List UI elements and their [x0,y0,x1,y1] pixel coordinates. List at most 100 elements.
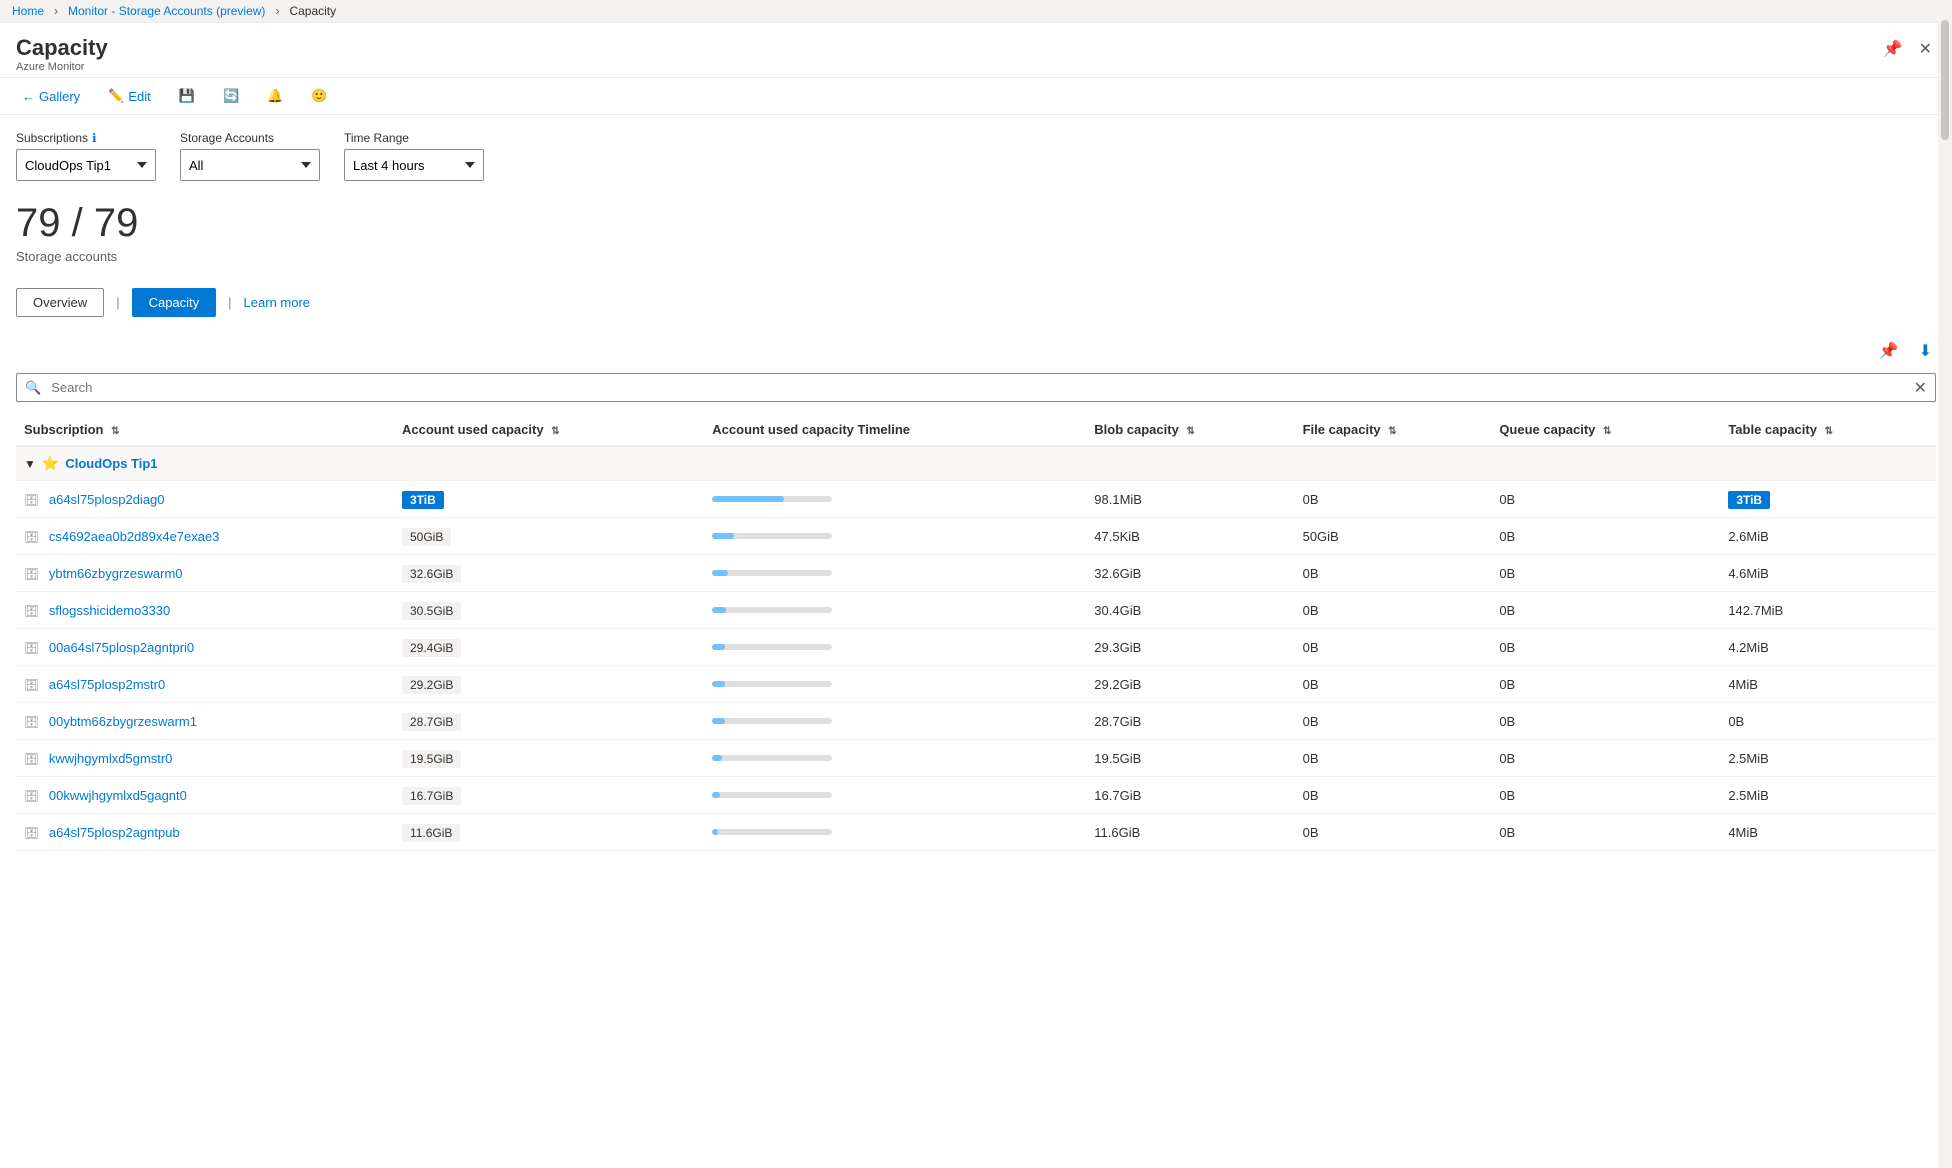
sort-icon-queue: ⇅ [1603,426,1611,437]
table-row: 🗄 00kwwjhgymlxd5gagnt0 16.7GiB 16.7GiB 0… [16,777,1936,814]
tab-bar: Overview | Capacity | Learn more [16,288,1936,317]
table-cap-value: 2.5MiB [1728,751,1768,766]
cell-name: 🗄 sflogsshicidemo3330 [16,592,394,629]
capacity-bar-normal: 28.7GiB [402,713,461,731]
close-button[interactable]: ✕ [1915,35,1936,63]
table-row: 🗄 00ybtm66zbygrzeswarm1 28.7GiB 28.7GiB … [16,703,1936,740]
save-button[interactable]: 💾 [173,84,201,108]
cell-name: 🗄 00ybtm66zbygrzeswarm1 [16,703,394,740]
row-account-name[interactable]: ybtm66zbygrzeswarm0 [49,566,183,581]
capacity-bar-highlight: 3TiB [402,491,444,509]
refresh-icon: 🔄 [223,88,239,104]
cell-table-cap: 4MiB [1720,666,1936,703]
breadcrumb-sep-1: › [54,4,58,18]
storage-accounts-filter: Storage Accounts All [180,131,320,181]
group-icon: ⭐ [42,455,59,472]
row-account-name[interactable]: sflogsshicidemo3330 [49,603,170,618]
group-name[interactable]: CloudOps Tip1 [65,456,157,471]
capacity-bar-normal: 50GiB [402,528,451,546]
cell-used-capacity: 32.6GiB [394,555,704,592]
storage-icon: 🗄 [24,715,39,729]
download-button[interactable]: ⬇ [1915,337,1936,365]
cell-used-capacity: 50GiB [394,518,704,555]
timeline-chart [712,563,832,583]
storage-accounts-label: Storage Accounts [180,131,320,145]
cell-queue: 0B [1491,592,1720,629]
capacity-bar-normal: 29.2GiB [402,676,461,694]
alert-button[interactable]: 🔔 [261,84,289,108]
subscriptions-select[interactable]: CloudOps Tip1 [16,149,156,181]
main-content: Subscriptions ℹ CloudOps Tip1 Storage Ac… [0,115,1952,1168]
scrollbar[interactable] [1938,0,1952,1168]
row-account-name[interactable]: 00kwwjhgymlxd5gagnt0 [49,788,187,803]
cell-name: 🗄 a64sl75plosp2mstr0 [16,666,394,703]
row-account-name[interactable]: 00a64sl75plosp2agntpri0 [49,640,194,655]
row-account-name[interactable]: 00ybtm66zbygrzeswarm1 [49,714,197,729]
col-file: File capacity ⇅ [1295,414,1492,446]
header-title-group: Capacity Azure Monitor [16,35,108,73]
search-input[interactable] [47,374,1913,401]
gallery-button[interactable]: ← Gallery [16,85,86,108]
table-row: 🗄 a64sl75plosp2mstr0 29.2GiB 29.2GiB 0B … [16,666,1936,703]
timeline-chart [712,637,832,657]
cell-used-capacity: 30.5GiB [394,592,704,629]
timeline-bg [712,755,832,761]
refresh-button[interactable]: 🔄 [217,84,245,108]
breadcrumb-sep-2: › [275,4,279,18]
learn-more-link[interactable]: Learn more [244,295,310,310]
smiley-icon: 🙂 [311,88,327,104]
col-queue: Queue capacity ⇅ [1491,414,1720,446]
timeline-bg [712,829,832,835]
timeline-chart [712,600,832,620]
pin-table-button[interactable]: 📌 [1875,337,1903,365]
table-cap-value: 142.7MiB [1728,603,1783,618]
timeline-fill [712,533,734,539]
time-range-select[interactable]: Last 4 hours [344,149,484,181]
cell-timeline [704,518,1086,555]
feedback-button[interactable]: 🙂 [305,84,333,108]
cell-name: 🗄 cs4692aea0b2d89x4e7exae3 [16,518,394,555]
cell-queue: 0B [1491,555,1720,592]
breadcrumb-monitor[interactable]: Monitor - Storage Accounts (preview) [68,4,265,18]
timeline-chart [712,526,832,546]
tab-overview[interactable]: Overview [16,288,104,317]
breadcrumb-home[interactable]: Home [12,4,44,18]
col-blob: Blob capacity ⇅ [1086,414,1294,446]
row-account-name[interactable]: cs4692aea0b2d89x4e7exae3 [49,529,220,544]
storage-icon: 🗄 [24,826,39,840]
storage-accounts-select[interactable]: All [180,149,320,181]
arrow-left-icon: ← [22,89,35,104]
cell-used-capacity: 29.4GiB [394,629,704,666]
table-cap-value: 4.6MiB [1728,566,1768,581]
cell-table-cap: 4.6MiB [1720,555,1936,592]
search-icon: 🔍 [25,380,41,396]
cell-blob: 29.3GiB [1086,629,1294,666]
capacity-table: Subscription ⇅ Account used capacity ⇅ A… [16,414,1936,851]
cell-blob: 98.1MiB [1086,481,1294,518]
clear-search-icon[interactable]: ✕ [1914,378,1927,398]
row-account-name[interactable]: kwwjhgymlxd5gmstr0 [49,751,173,766]
storage-icon: 🗄 [24,641,39,655]
cell-timeline [704,555,1086,592]
col-subscription: Subscription ⇅ [16,414,394,446]
group-toggle[interactable]: ▼ [24,457,36,471]
timeline-fill [712,496,784,502]
row-account-name[interactable]: a64sl75plosp2agntpub [49,825,180,840]
scrollbar-thumb[interactable] [1941,20,1949,140]
cell-file: 0B [1295,666,1492,703]
table-row: 🗄 a64sl75plosp2diag0 3TiB 98.1MiB 0B 0B … [16,481,1936,518]
sort-icon-used-capacity: ⇅ [551,426,559,437]
time-range-label: Time Range [344,131,484,145]
timeline-fill [712,681,725,687]
pencil-icon: ✏️ [108,88,124,104]
timeline-fill [712,570,728,576]
row-account-name[interactable]: a64sl75plosp2mstr0 [49,677,165,692]
table-cap-value: 2.5MiB [1728,788,1768,803]
time-range-filter: Time Range Last 4 hours [344,131,484,181]
row-account-name[interactable]: a64sl75plosp2diag0 [49,492,165,507]
cell-name: 🗄 a64sl75plosp2agntpub [16,814,394,851]
pin-button[interactable]: 📌 [1879,35,1907,63]
edit-button[interactable]: ✏️ Edit [102,84,157,108]
timeline-bg [712,607,832,613]
tab-capacity[interactable]: Capacity [132,288,217,317]
